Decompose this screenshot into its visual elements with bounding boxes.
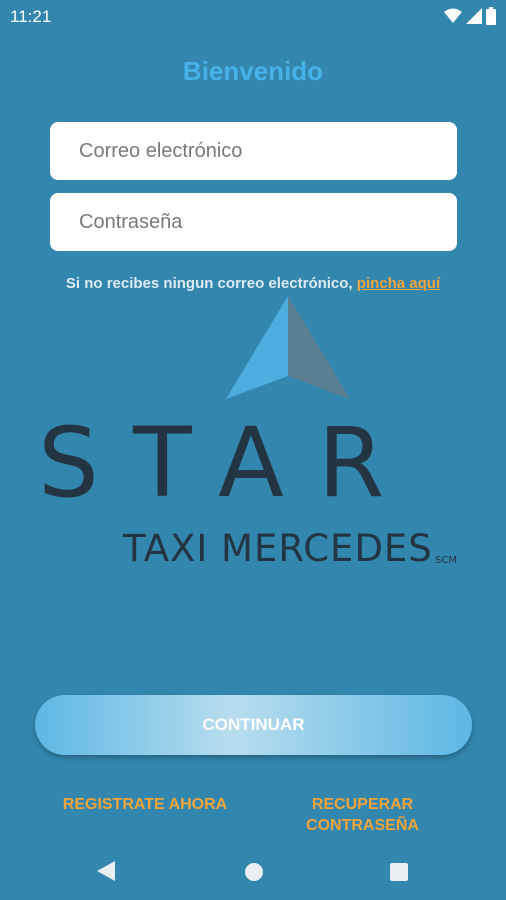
status-bar: 11:21 (0, 0, 506, 32)
wifi-icon (444, 8, 462, 23)
continue-button[interactable]: CONTINUAR (35, 695, 472, 755)
nav-back-icon[interactable] (97, 861, 115, 881)
email-input[interactable] (50, 122, 457, 180)
register-link[interactable]: REGISTRATE AHORA (55, 794, 235, 815)
navigation-bar (0, 845, 506, 900)
nav-recent-icon[interactable] (390, 863, 408, 881)
page-title: Bienvenido (182, 56, 324, 86)
logo-subtitle: TAXI MERCEDES (123, 527, 433, 570)
status-icons (444, 7, 496, 25)
logo-brand: STAR (38, 407, 419, 519)
signal-icon (466, 8, 482, 24)
logo-arrow-icon (226, 296, 350, 399)
password-input[interactable] (50, 193, 457, 251)
logo-suffix: SCM (435, 555, 457, 566)
recover-password-link[interactable]: RECUPERAR CONTRASEÑA (290, 794, 435, 836)
battery-icon (486, 7, 496, 25)
nav-home-icon[interactable] (245, 863, 263, 881)
status-time: 11:21 (10, 7, 52, 26)
